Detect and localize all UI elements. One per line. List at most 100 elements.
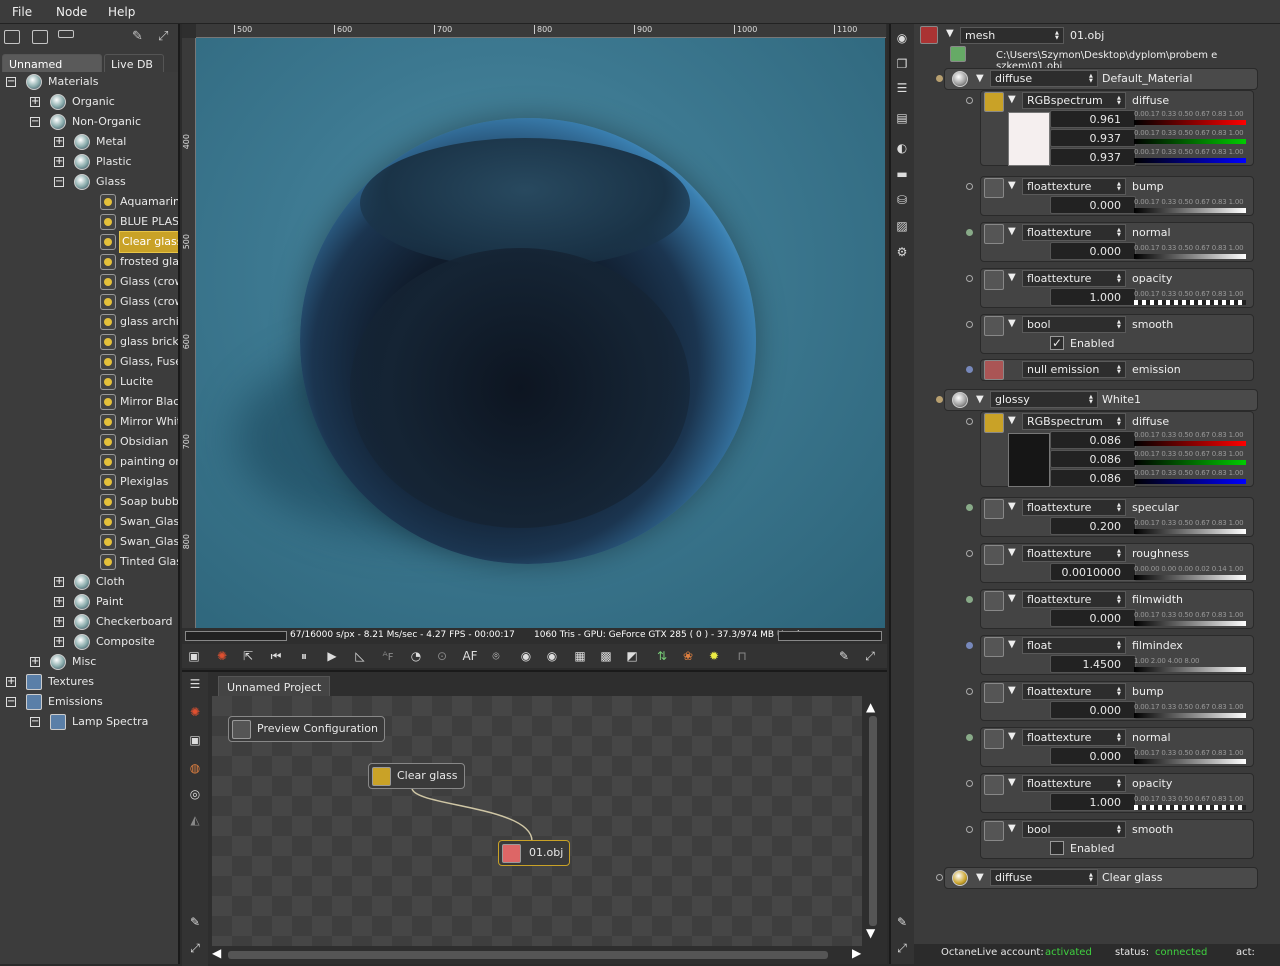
value-slider[interactable]: 0.00.17 0.33 0.50 0.67 0.83 1.00 (1134, 450, 1246, 466)
texture-icon[interactable] (984, 270, 1004, 290)
tree-item[interactable]: Plexiglas (0, 472, 178, 492)
collapse-arrow-icon[interactable]: ▼ (1008, 415, 1016, 426)
collapse-icon[interactable]: − (6, 697, 16, 707)
rgb-g-field[interactable]: 0.086 (1050, 450, 1136, 468)
expand-icon[interactable]: + (54, 137, 64, 147)
param-value-field[interactable]: 1.000 (1050, 793, 1136, 811)
collapse-arrow-icon[interactable]: ▼ (1008, 226, 1016, 237)
fullscreen-icon[interactable]: ⤢ (862, 648, 878, 664)
collapse-arrow-icon[interactable]: ▼ (1008, 180, 1016, 191)
rgb-b-field[interactable]: 0.086 (1050, 469, 1136, 487)
camera2-icon[interactable]: ◐ (894, 140, 910, 156)
texture-icon[interactable] (984, 224, 1004, 244)
texture-node-icon[interactable]: ◎ (187, 786, 203, 802)
material-pin[interactable] (936, 75, 943, 82)
texture-type-select[interactable]: floattexture (1022, 270, 1126, 287)
path-icon[interactable] (950, 46, 966, 62)
texture-icon[interactable] (984, 683, 1004, 703)
rgb-g-field[interactable]: 0.937 (1050, 129, 1136, 147)
param-pin[interactable] (966, 366, 973, 373)
tree-item[interactable]: − Lamp Spectra (0, 712, 178, 732)
copy-icon[interactable] (32, 30, 48, 44)
collapse-arrow-icon[interactable]: ▼ (1008, 272, 1016, 283)
value-slider[interactable]: 0.00.00 0.00 0.00 0.02 0.14 1.00 (1134, 565, 1246, 581)
expand-icon[interactable]: + (30, 657, 40, 667)
autofocus-button[interactable]: AF (462, 648, 478, 664)
collapse-arrow-icon[interactable]: ▼ (1008, 593, 1016, 604)
tree-item[interactable]: glass brick (0, 332, 178, 352)
value-slider[interactable]: 0.00.17 0.33 0.50 0.67 0.83 1.00 (1134, 469, 1246, 485)
camera-icon[interactable]: ◉ (894, 30, 910, 46)
mesh-type-select[interactable]: mesh (960, 27, 1064, 44)
texture-icon[interactable] (984, 729, 1004, 749)
smooth-checkbox[interactable]: ✓ (1050, 336, 1064, 350)
node-clear-glass[interactable]: Clear glass (368, 763, 465, 789)
value-slider[interactable]: 0.00.17 0.33 0.50 0.67 0.83 1.00 (1134, 198, 1246, 214)
collapse-arrow-icon[interactable]: ▼ (976, 73, 984, 84)
pause-icon[interactable]: ⏸ (296, 648, 312, 664)
param-value-field[interactable]: 0.200 (1050, 517, 1136, 535)
tree-item[interactable]: Obsidian (0, 432, 178, 452)
collapse-arrow-icon[interactable]: ▼ (1008, 639, 1016, 650)
tree-item[interactable]: Lucite (0, 372, 178, 392)
texture-type-select[interactable]: floattexture (1022, 178, 1126, 195)
bool-icon[interactable] (984, 316, 1004, 336)
value-slider[interactable]: 0.00.17 0.33 0.50 0.67 0.83 1.00 (1134, 519, 1246, 535)
tree-item[interactable]: Clear glass (0, 231, 178, 253)
expand-icon[interactable]: + (54, 577, 64, 587)
material-type-select[interactable]: diffuse (990, 869, 1098, 886)
param-pin[interactable] (966, 504, 973, 511)
tree-item[interactable]: glass archite (0, 312, 178, 332)
texture-icon[interactable] (984, 775, 1004, 795)
collapse-arrow-icon[interactable]: ▼ (946, 28, 954, 39)
material-icon[interactable]: ❀ (680, 648, 696, 664)
expand-icon[interactable]: + (30, 97, 40, 107)
tree-item[interactable]: frosted glass (0, 252, 178, 272)
render-image[interactable] (196, 38, 885, 628)
expand-icon[interactable]: + (54, 637, 64, 647)
pick-icon[interactable]: ⊙ (434, 648, 450, 664)
tree-item[interactable]: Glass (crown (0, 292, 178, 312)
texture-type-select[interactable]: floattexture (1022, 775, 1126, 792)
alpha-icon[interactable]: ◩ (624, 648, 640, 664)
sphere-render2-icon[interactable]: ◉ (544, 648, 560, 664)
collapse-arrow-icon[interactable]: ▼ (1008, 547, 1016, 558)
expand-icon[interactable]: ⤢ (158, 30, 174, 44)
reset-icon[interactable]: ⇱ (240, 648, 256, 664)
tree-item[interactable]: − Emissions (0, 692, 178, 712)
collapse-icon[interactable]: − (30, 117, 40, 127)
texture-icon[interactable] (984, 545, 1004, 565)
value-slider[interactable]: 0.00.17 0.33 0.50 0.67 0.83 1.00 (1134, 148, 1246, 164)
fullscreen-icon[interactable]: ⤢ (187, 940, 203, 956)
wrench-icon[interactable]: ✎ (132, 30, 148, 44)
param-value-field[interactable]: 0.000 (1050, 701, 1136, 719)
material-node-icon[interactable]: ◍ (187, 760, 203, 776)
texture-icon[interactable] (984, 637, 1004, 657)
tree-item[interactable]: + Metal (0, 132, 178, 152)
menu-node[interactable]: Node (56, 5, 87, 19)
collapse-arrow-icon[interactable]: ▼ (1008, 731, 1016, 742)
tree-item[interactable]: − Non-Organic (0, 112, 178, 132)
stop-render-icon[interactable]: ✺ (214, 648, 230, 664)
tree-item[interactable]: Mirror White (0, 412, 178, 432)
node-preview-configuration[interactable]: Preview Configuration (228, 716, 385, 742)
node-canvas[interactable]: Preview Configuration Clear glass 01.obj (212, 696, 862, 946)
camera-node-icon[interactable]: ▣ (187, 732, 203, 748)
tree-item[interactable]: BLUE PLAST (0, 212, 178, 232)
tree-item[interactable]: Glass (crown (0, 272, 178, 292)
menu-help[interactable]: Help (108, 5, 135, 19)
tree-item[interactable]: + Cloth (0, 572, 178, 592)
rgb-r-field[interactable]: 0.961 (1050, 110, 1136, 128)
texture-type-select[interactable]: RGBspectrum (1022, 92, 1126, 109)
wrench-icon[interactable]: ✎ (836, 648, 852, 664)
value-slider[interactable]: 0.00.17 0.33 0.50 0.67 0.83 1.00 (1134, 749, 1246, 765)
rgb-b-field[interactable]: 0.937 (1050, 148, 1136, 166)
texture-type-select[interactable]: floattexture (1022, 729, 1126, 746)
collapse-arrow-icon[interactable]: ▼ (1008, 318, 1016, 329)
node-editor-vscrollbar[interactable]: ▲ ▼ (866, 700, 880, 940)
texture-type-select[interactable]: floattexture (1022, 499, 1126, 516)
value-slider[interactable]: 0.00.17 0.33 0.50 0.67 0.83 1.00 (1134, 703, 1246, 719)
emission-node-icon[interactable]: ◭ (187, 812, 203, 828)
value-slider[interactable]: 0.00.17 0.33 0.50 0.67 0.83 1.00 (1134, 129, 1246, 145)
material-type-select[interactable]: diffuse (990, 70, 1098, 87)
